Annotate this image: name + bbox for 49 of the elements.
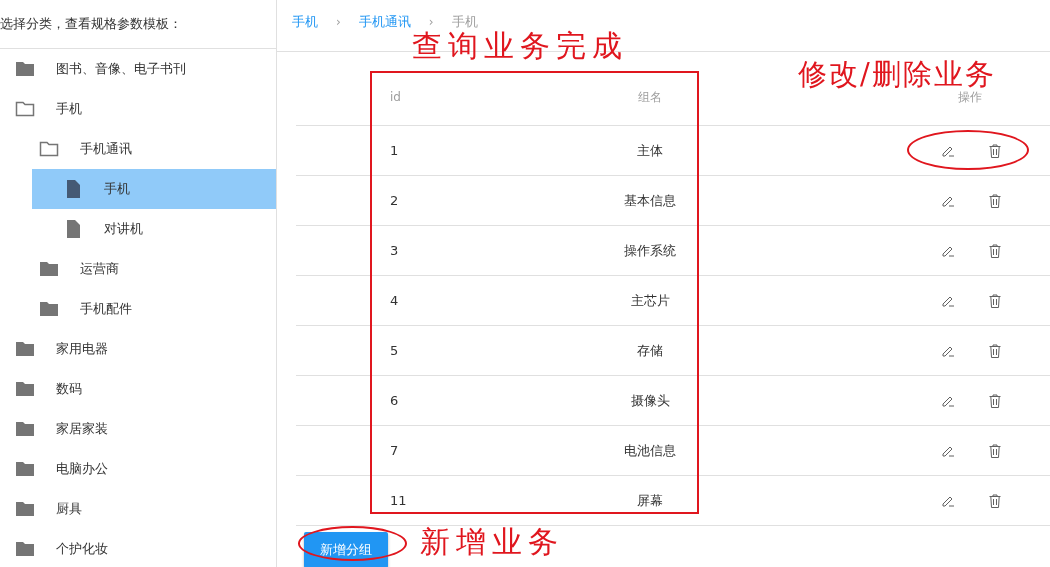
annotation-text: 修改/删除业务 (798, 60, 996, 89)
tree-item[interactable]: 手机通讯 (16, 129, 276, 169)
table-cell: 摄像头 (630, 392, 670, 408)
delete-icon[interactable] (989, 143, 1001, 158)
breadcrumb-current: 手机 (451, 12, 478, 31)
tree-item[interactable]: 家居家装 (0, 409, 276, 449)
table-cell: 操作系统 (624, 242, 676, 258)
delete-icon[interactable] (989, 193, 1001, 208)
delete-icon[interactable] (989, 343, 1001, 358)
table-cell: 主体 (637, 142, 663, 158)
tree-item[interactable]: 厨具 (0, 489, 276, 529)
file-icon (66, 180, 80, 198)
table-cell: 7 (390, 443, 399, 458)
table-cell: 电池信息 (624, 442, 676, 458)
breadcrumb-separator: › (336, 14, 341, 29)
delete-icon[interactable] (989, 393, 1001, 408)
annotation-text: 新增业务 (420, 527, 564, 557)
delete-icon[interactable] (989, 293, 1001, 308)
tree-item[interactable]: 手机配件 (16, 289, 276, 329)
column-header: id (390, 90, 401, 104)
tree-item[interactable]: 手机 (32, 169, 276, 209)
column-header: 组名 (638, 89, 662, 104)
tree-item[interactable]: 图书、音像、电子书刊 (0, 49, 276, 89)
table-cell: 3 (390, 243, 399, 258)
table-cell: 6 (390, 393, 399, 408)
table-cell: 基本信息 (624, 192, 676, 208)
table-cell: 2 (390, 193, 399, 208)
file-icon (66, 220, 80, 238)
table-cell: 存储 (637, 342, 663, 358)
table-cell: 11 (390, 493, 407, 508)
annotation-text: 查询业务完成 (412, 31, 628, 61)
sidebar-title: 选择分类，查看规格参数模板： (0, 15, 182, 33)
delete-icon[interactable] (989, 493, 1001, 508)
table-cell: 屏幕 (637, 492, 663, 508)
tree-item[interactable]: 电脑办公 (0, 449, 276, 489)
delete-icon[interactable] (989, 443, 1001, 458)
breadcrumb-separator: › (428, 14, 434, 29)
table-cell: 4 (390, 293, 399, 308)
delete-icon[interactable] (989, 243, 1001, 258)
table-cell: 主芯片 (630, 292, 670, 308)
tree-item[interactable]: 运营商 (16, 249, 276, 289)
tree-item[interactable]: 对讲机 (32, 209, 276, 249)
table-cell: 5 (390, 343, 399, 358)
tree-item[interactable]: 数码 (0, 369, 276, 409)
table-cell: 1 (390, 143, 399, 158)
column-header: 操作 (958, 89, 982, 104)
tree-item[interactable]: 手机 (0, 89, 276, 129)
tree-item[interactable]: 家用电器 (0, 329, 276, 369)
tree-item[interactable]: 个护化妆 (0, 529, 276, 567)
